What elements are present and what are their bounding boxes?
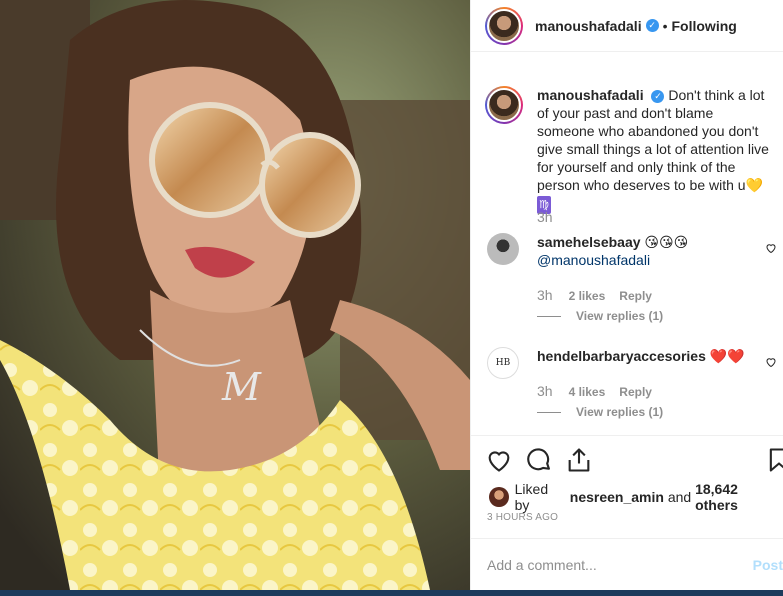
caption-avatar[interactable] [485, 86, 523, 124]
comment-item: samehelsebaay 😘😘😘 @manoushafadali [487, 233, 783, 269]
view-replies-label: View replies (1) [576, 309, 664, 323]
post-comment-button[interactable]: Post [753, 557, 783, 573]
comment-icon[interactable] [525, 446, 553, 474]
heart-icon[interactable] [485, 446, 513, 474]
caption-text: manoushafadali ✓ Don't think a lot of yo… [537, 86, 773, 214]
post-timestamp[interactable]: 3 HOURS AGO [487, 512, 558, 523]
comment-body: samehelsebaay 😘😘😘 @manoushafadali [537, 233, 688, 269]
comment-likes[interactable]: 2 likes [569, 289, 606, 303]
view-replies-button[interactable]: View replies (1) [537, 405, 663, 419]
add-comment-bar: Post [471, 538, 783, 590]
comment-input[interactable] [487, 556, 747, 573]
comment-item: HB hendelbarbaryaccesories ❤️❤️ [487, 347, 783, 379]
replies-divider [537, 315, 561, 317]
replies-divider [537, 411, 561, 413]
author-username[interactable]: manoushafadali [535, 18, 642, 34]
comment-mention[interactable]: @manoushafadali [537, 252, 650, 268]
comment-meta: 3h 2 likes Reply [537, 287, 666, 303]
likes-prefix: Liked by [514, 481, 549, 513]
action-bar [471, 435, 783, 485]
commenter-avatar[interactable] [487, 233, 519, 265]
comment-emojis: ❤️❤️ [709, 348, 745, 364]
verified-icon: ✓ [651, 89, 665, 103]
caption: manoushafadali ✓ Don't think a lot of yo… [485, 86, 773, 214]
comment-likes[interactable]: 4 likes [569, 385, 606, 399]
liker-avatar[interactable] [489, 487, 509, 507]
svg-text:M: M [221, 365, 262, 409]
comment-like-heart-icon[interactable] [765, 242, 777, 254]
commenter-username[interactable]: samehelsebaay [537, 234, 641, 250]
author-avatar[interactable] [485, 6, 523, 45]
comment-like-heart-icon[interactable] [765, 356, 777, 368]
view-replies-button[interactable]: View replies (1) [537, 309, 663, 323]
yellow-heart-emoji: 💛 [745, 177, 764, 193]
header-separator: • [662, 17, 668, 34]
post-header: manoushafadali ✓ • Following [471, 0, 783, 52]
likes-count-link[interactable]: 18,642 others [695, 481, 783, 513]
comment-meta: 3h 4 likes Reply [537, 383, 666, 399]
caption-username[interactable]: manoushafadali [537, 87, 644, 103]
bookmark-icon[interactable] [765, 446, 783, 474]
liker-username[interactable]: nesreen_amin [570, 489, 664, 505]
caption-time[interactable]: 3h [537, 209, 553, 225]
comment-body: hendelbarbaryaccesories ❤️❤️ [537, 347, 745, 379]
comment-emojis: 😘😘😘 [644, 234, 689, 250]
commenter-username[interactable]: hendelbarbaryaccesories [537, 348, 706, 364]
follow-status-button[interactable]: Following [672, 18, 737, 34]
share-icon[interactable] [565, 446, 593, 474]
photo-illustration: M [0, 0, 470, 590]
reply-button[interactable]: Reply [619, 289, 652, 303]
likes-summary: Liked by nesreen_amin and 18,642 others [489, 481, 783, 513]
comment-time[interactable]: 3h [537, 287, 553, 303]
likes-and: and [667, 489, 692, 505]
commenter-avatar[interactable]: HB [487, 347, 519, 379]
verified-icon: ✓ [645, 19, 659, 32]
page-bottom-strip [0, 590, 783, 596]
view-replies-label: View replies (1) [576, 405, 664, 419]
reply-button[interactable]: Reply [619, 385, 652, 399]
post-details-panel: manoushafadali ✓ • Following manoushafad… [470, 0, 783, 590]
comment-time[interactable]: 3h [537, 383, 553, 399]
post-photo[interactable]: M [0, 0, 470, 590]
